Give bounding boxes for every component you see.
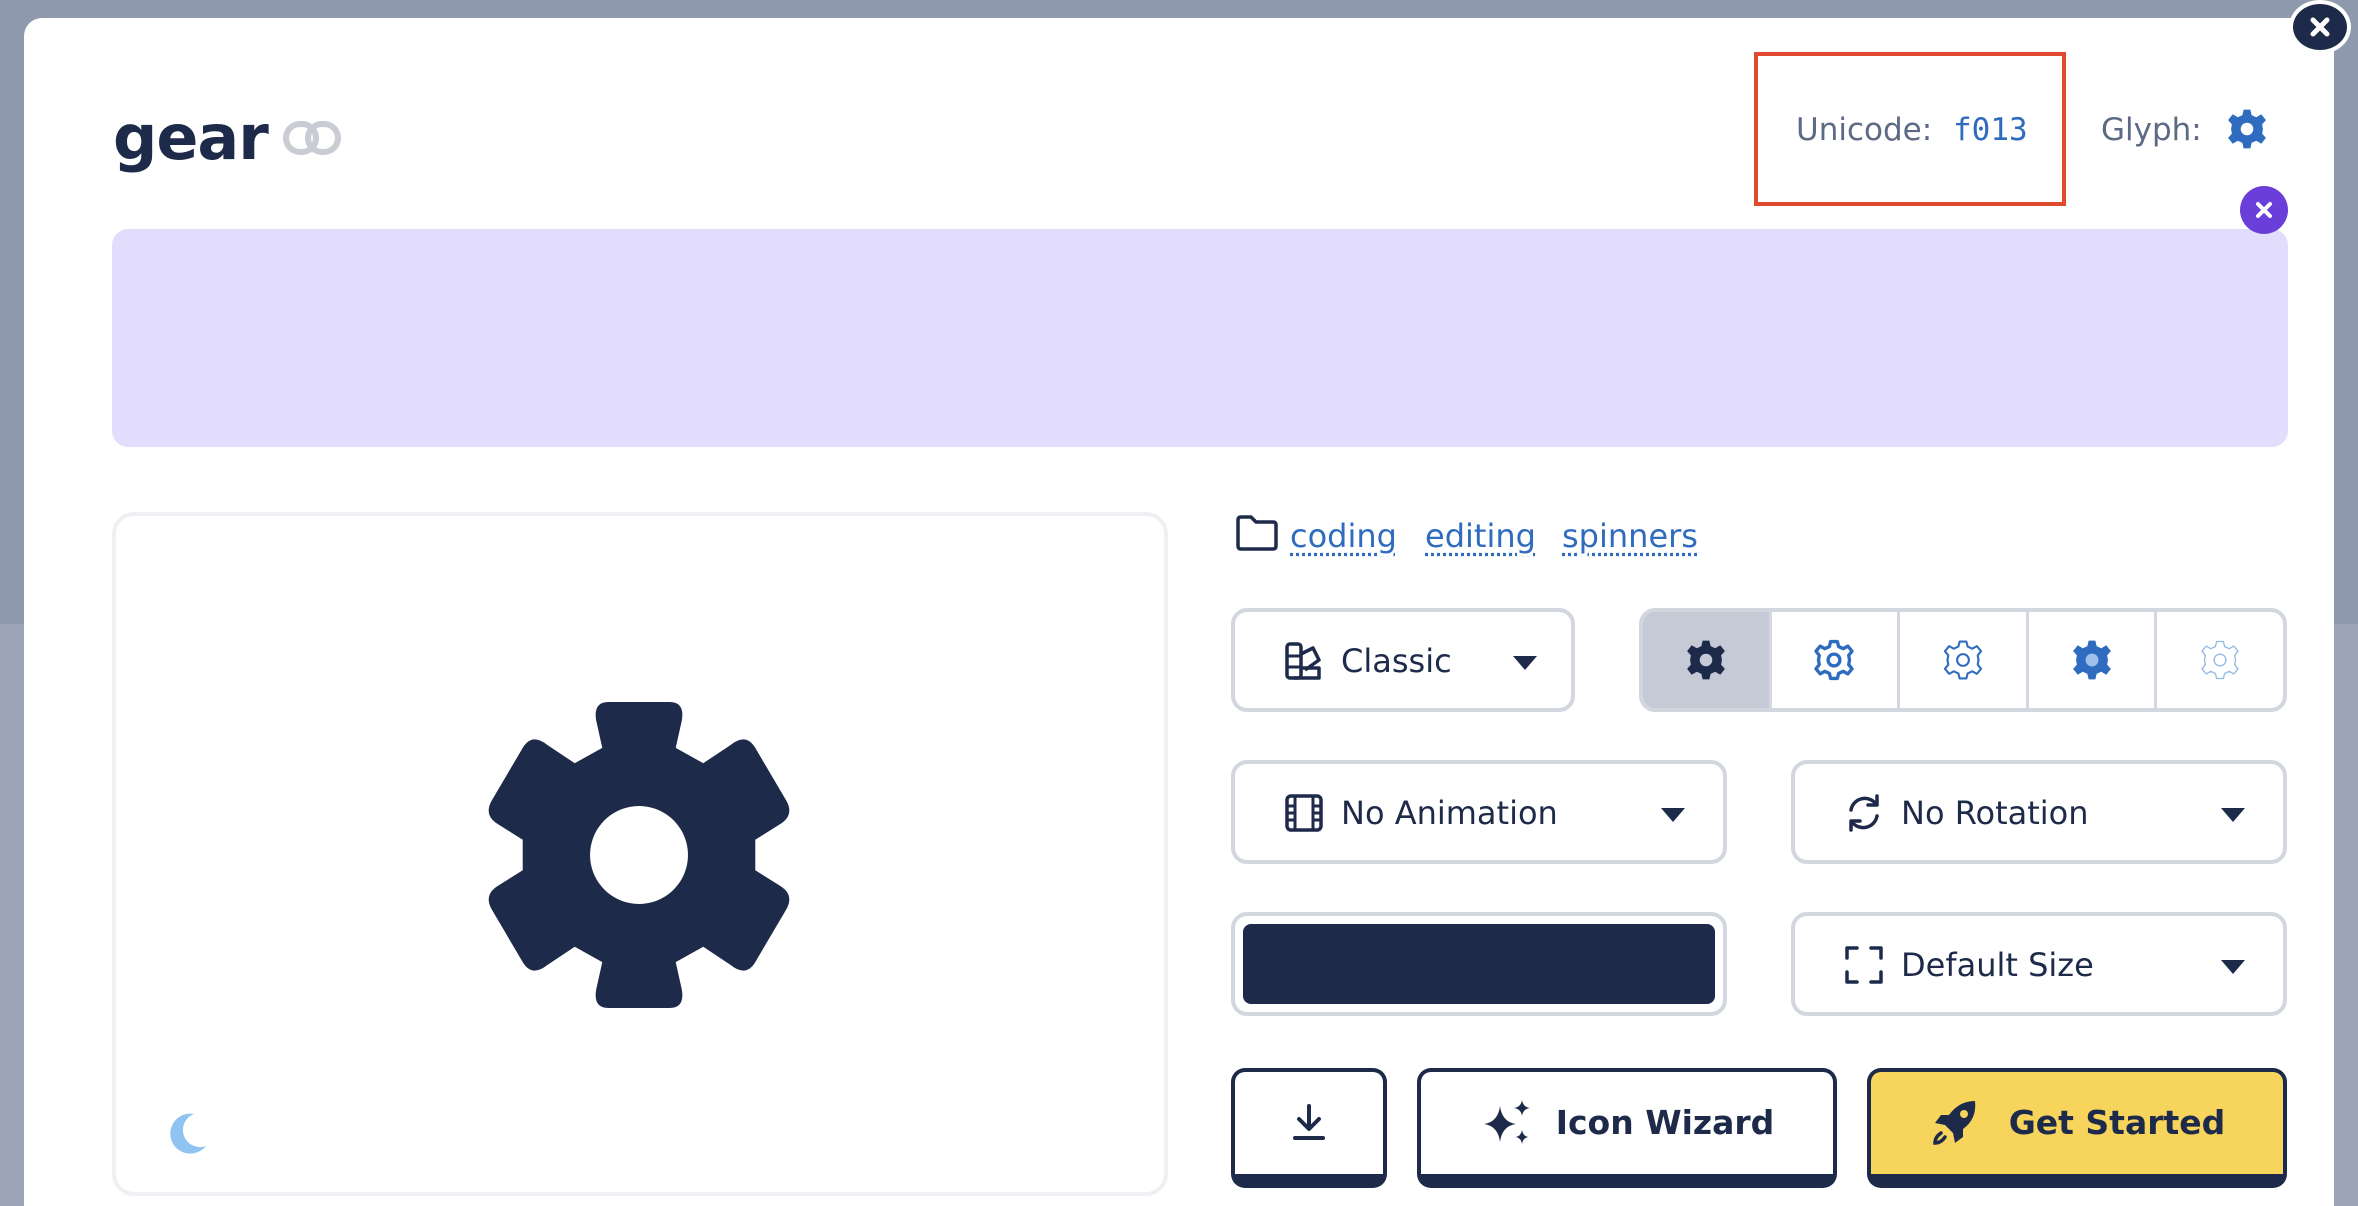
category-link-coding[interactable]: coding <box>1290 514 1397 558</box>
icon-wizard-label: Icon Wizard <box>1556 1102 1775 1144</box>
style-family-value: Classic <box>1341 640 1452 682</box>
folder-icon <box>1235 514 1279 552</box>
close-modal-button[interactable] <box>2289 0 2351 54</box>
style-option-thin[interactable] <box>2157 612 2283 708</box>
style-option-solid[interactable] <box>1643 612 1772 708</box>
icon-title: gear <box>113 100 268 176</box>
unicode-label: Unicode: <box>1796 110 1932 150</box>
glyph-label: Glyph: <box>2101 110 2202 150</box>
rocket-icon <box>1929 1097 1981 1149</box>
gear-icon[interactable] <box>2226 108 2268 150</box>
gear-icon <box>486 695 792 1015</box>
rotation-value: No Rotation <box>1901 792 2089 834</box>
get-started-label: Get Started <box>2009 1102 2226 1144</box>
gear-icon <box>1942 639 1984 681</box>
close-icon <box>2254 200 2274 220</box>
size-value: Default Size <box>1901 944 2094 986</box>
gear-icon <box>2199 639 2241 681</box>
link-icon[interactable] <box>283 118 341 158</box>
moon-icon[interactable] <box>164 1110 210 1156</box>
category-link-editing[interactable]: editing <box>1425 514 1536 558</box>
icon-wizard-button[interactable]: Icon Wizard <box>1417 1068 1837 1188</box>
get-started-button[interactable]: Get Started <box>1867 1068 2287 1188</box>
gear-icon <box>1813 639 1855 681</box>
gear-icon <box>2071 639 2113 681</box>
download-button[interactable] <box>1231 1068 1387 1188</box>
rotation-dropdown[interactable]: No Rotation <box>1791 760 2287 864</box>
color-picker[interactable] <box>1231 912 1727 1016</box>
expand-icon <box>1843 944 1885 986</box>
download-icon <box>1292 1104 1326 1142</box>
unicode-value[interactable]: f013 <box>1953 110 2028 150</box>
style-option-light[interactable] <box>1900 612 2029 708</box>
swatchbook-icon <box>1283 640 1325 682</box>
style-variant-group <box>1639 608 2287 712</box>
film-icon <box>1283 792 1325 834</box>
icon-detail-modal: gear Unicode: f013 Glyph: coding editing… <box>24 18 2334 1206</box>
caret-down-icon <box>2221 960 2245 974</box>
caret-down-icon <box>2221 808 2245 822</box>
gear-icon <box>1685 639 1727 681</box>
color-swatch-fill <box>1243 924 1715 1004</box>
promo-banner <box>112 229 2288 447</box>
animation-value: No Animation <box>1341 792 1558 834</box>
style-family-dropdown[interactable]: Classic <box>1231 608 1575 712</box>
caret-down-icon <box>1513 656 1537 670</box>
sparkles-icon <box>1480 1098 1534 1148</box>
style-option-regular[interactable] <box>1772 612 1901 708</box>
category-link-spinners[interactable]: spinners <box>1562 514 1698 558</box>
rotate-icon <box>1843 792 1885 834</box>
size-dropdown[interactable]: Default Size <box>1791 912 2287 1016</box>
style-option-duotone[interactable] <box>2029 612 2158 708</box>
close-banner-button[interactable] <box>2240 186 2288 234</box>
animation-dropdown[interactable]: No Animation <box>1231 760 1727 864</box>
close-icon <box>2308 15 2332 39</box>
caret-down-icon <box>1661 808 1685 822</box>
